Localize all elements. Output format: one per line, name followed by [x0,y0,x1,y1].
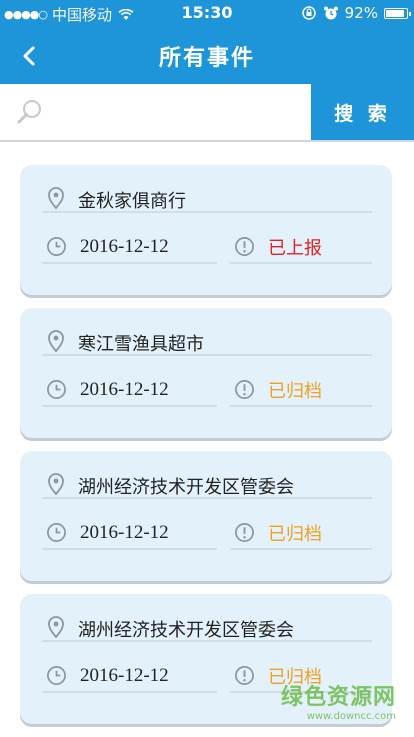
divider [42,497,372,499]
divider [42,640,372,642]
divider [230,405,372,407]
alert-icon [235,666,254,685]
watermark-url: www.downcc.com [306,711,396,722]
location-pin-icon [48,616,64,638]
divider [42,405,217,407]
divider [42,548,217,550]
watermark: 绿色资源网 www.downcc.com [281,679,396,722]
event-location: 湖州经济技术开发区管委会 [78,477,294,498]
event-list: 金秋家俱商行 2016-12-12 已上报 寒江雪渔具超市 2016-12-12 [20,165,392,737]
location-pin-icon [48,330,64,352]
event-card[interactable]: 寒江雪渔具超市 2016-12-12 已归档 [20,308,392,438]
clock-icon [47,666,66,685]
status-bar: ●●●●○ 中国移动 15:30 92% [0,0,414,28]
alert-icon [235,380,254,399]
divider [42,211,372,213]
location-pin-icon [48,473,64,495]
battery-percent: 92% [344,4,378,22]
divider [42,691,217,693]
alert-icon [235,237,254,256]
divider [230,548,372,550]
event-status: 已归档 [268,524,322,545]
divider [42,262,217,264]
search-bar: 搜 索 [0,84,414,142]
battery-icon [384,7,411,19]
event-date: 2016-12-12 [80,522,169,543]
search-icon [17,100,41,124]
event-status: 已上报 [268,238,322,259]
event-date: 2016-12-12 [80,236,169,257]
event-location: 湖州经济技术开发区管委会 [78,620,294,641]
page-title: 所有事件 [158,46,255,71]
search-input[interactable] [56,92,305,134]
event-location: 寒江雪渔具超市 [78,334,204,355]
clock-icon [47,380,66,399]
divider [42,354,372,356]
alert-icon [235,523,254,542]
alarm-icon [323,6,338,20]
event-date: 2016-12-12 [80,379,169,400]
location-pin-icon [48,187,64,209]
watermark-name: 绿色资源网 [280,685,396,710]
event-location: 金秋家俱商行 [78,191,186,212]
clock-icon [47,237,66,256]
event-date: 2016-12-12 [80,665,169,686]
event-status: 已归档 [268,381,322,402]
header: 所有事件 [0,28,414,84]
rotation-lock-icon [301,6,316,20]
event-card[interactable]: 金秋家俱商行 2016-12-12 已上报 [20,165,392,295]
search-button[interactable]: 搜 索 [311,84,414,140]
event-card[interactable]: 湖州经济技术开发区管委会 2016-12-12 已归档 [20,451,392,581]
clock-icon [47,523,66,542]
divider [230,262,372,264]
